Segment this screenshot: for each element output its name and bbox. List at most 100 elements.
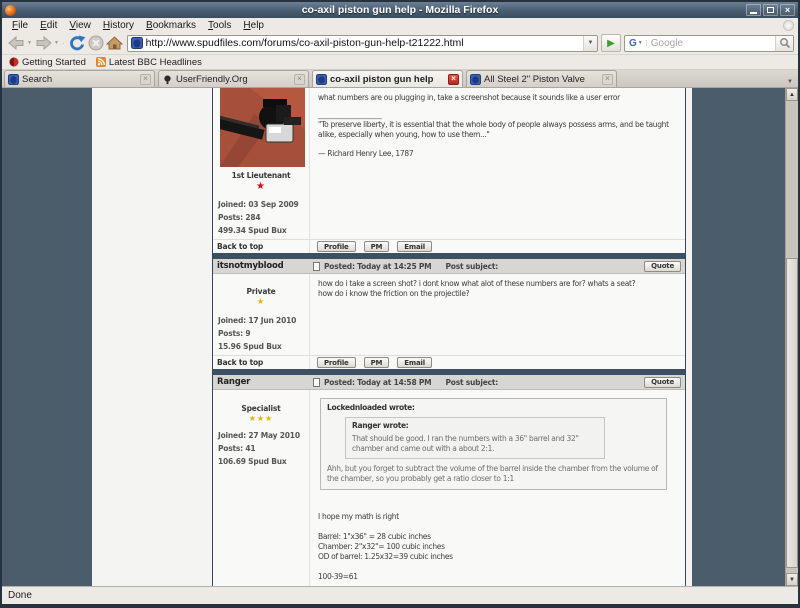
bookmark-getting-started[interactable]: Getting Started bbox=[7, 57, 88, 68]
menu-bar: File Edit View History Bookmarks Tools H… bbox=[2, 18, 798, 32]
scroll-down-button[interactable]: ▼ bbox=[786, 573, 798, 586]
posted-timestamp: Posted: Today at 14:58 PM bbox=[324, 378, 431, 387]
tab-label: co-axil piston gun help bbox=[327, 74, 448, 85]
go-arrow-icon: ▶ bbox=[607, 38, 615, 49]
scrollbar-thumb[interactable] bbox=[786, 258, 798, 568]
post-2-footer: Back to top Profile PM Email bbox=[213, 355, 685, 369]
tab-search[interactable]: Search × bbox=[4, 70, 155, 87]
post-3-body: Lockednloaded wrote: Ranger wrote: That … bbox=[310, 390, 685, 586]
tab-piston-valve[interactable]: All Steel 2" Piston Valve × bbox=[466, 70, 617, 87]
tab-close-icon[interactable]: × bbox=[140, 74, 151, 85]
navigation-toolbar: ▼ ▼ · http://www.spudfiles.com/forums/co… bbox=[2, 32, 798, 55]
throbber-icon bbox=[783, 20, 794, 31]
quote-button[interactable]: Quote bbox=[644, 377, 681, 388]
forward-icon bbox=[34, 35, 53, 51]
post-3: Specialist ★★★ Joined: 27 May 2010 Posts… bbox=[213, 390, 685, 586]
minimize-icon bbox=[750, 12, 757, 14]
quote-block-outer: Lockednloaded wrote: Ranger wrote: That … bbox=[320, 398, 667, 490]
tab-overflow-dropdown-icon[interactable]: ▼ bbox=[787, 79, 796, 87]
menu-view[interactable]: View bbox=[63, 20, 97, 31]
search-box[interactable]: G ▼ Google bbox=[624, 35, 794, 52]
reload-icon bbox=[68, 35, 86, 52]
url-bar[interactable]: http://www.spudfiles.com/forums/co-axil-… bbox=[127, 35, 598, 52]
user-joined: Joined: 17 Jun 2010 bbox=[218, 314, 309, 327]
google-icon: G bbox=[625, 38, 638, 49]
post-author[interactable]: Ranger bbox=[213, 377, 310, 387]
menu-file[interactable]: File bbox=[6, 20, 34, 31]
stop-button[interactable] bbox=[87, 33, 105, 53]
titlebar[interactable]: co-axil piston gun help - Mozilla Firefo… bbox=[2, 2, 798, 18]
search-engine-dropdown-icon[interactable]: ▼ bbox=[638, 40, 647, 46]
quote-author: Ranger wrote: bbox=[352, 421, 598, 431]
profile-button[interactable]: Profile bbox=[317, 241, 356, 252]
menu-tools[interactable]: Tools bbox=[202, 20, 237, 31]
user-rank: Private bbox=[213, 287, 309, 296]
firefox-window: co-axil piston gun help - Mozilla Firefo… bbox=[0, 0, 800, 608]
user-details: Joined: 17 Jun 2010 Posts: 9 15.96 Spud … bbox=[213, 314, 309, 353]
posted-timestamp: Posted: Today at 14:25 PM bbox=[324, 262, 431, 271]
back-to-top-link[interactable]: Back to top bbox=[213, 240, 310, 253]
user-joined: Joined: 27 May 2010 bbox=[218, 429, 309, 442]
vertical-scrollbar[interactable]: ▲ ▼ bbox=[785, 88, 798, 586]
post-text: I hope my math is right Barrel: 1"x36" =… bbox=[318, 512, 677, 586]
tab-close-icon[interactable]: × bbox=[294, 74, 305, 85]
user-details: Joined: 27 May 2010 Posts: 41 106.69 Spu… bbox=[213, 429, 309, 468]
back-icon bbox=[7, 35, 26, 51]
rank-stars-icon: ★★★ bbox=[213, 414, 309, 423]
tab-userfriendly[interactable]: UserFriendly.Org × bbox=[158, 70, 309, 87]
scroll-up-button[interactable]: ▲ bbox=[786, 88, 798, 101]
menu-bookmarks[interactable]: Bookmarks bbox=[140, 20, 202, 31]
site-favicon bbox=[131, 37, 143, 49]
tab-close-icon[interactable]: × bbox=[602, 74, 613, 85]
quote-button[interactable]: Quote bbox=[644, 261, 681, 272]
maximize-button[interactable] bbox=[763, 4, 778, 16]
minimize-button[interactable] bbox=[746, 4, 761, 16]
user-rank: 1st Lieutenant bbox=[213, 171, 309, 180]
url-input[interactable]: http://www.spudfiles.com/forums/co-axil-… bbox=[146, 37, 583, 49]
back-button[interactable] bbox=[6, 33, 27, 53]
signature-divider: _________________ bbox=[318, 110, 677, 120]
search-input[interactable]: Google bbox=[647, 38, 775, 49]
tab-label: All Steel 2" Piston Valve bbox=[481, 74, 602, 85]
post-text: how do i take a screen shot? i dont know… bbox=[318, 279, 677, 299]
menu-help[interactable]: Help bbox=[237, 20, 270, 31]
reload-button[interactable] bbox=[67, 33, 87, 53]
browser-viewport: 1st Lieutenant ★ Joined: 03 Sep 2009 Pos… bbox=[2, 88, 798, 586]
search-go-button[interactable] bbox=[775, 36, 793, 51]
post-page-icon bbox=[313, 378, 320, 387]
menu-history[interactable]: History bbox=[97, 20, 140, 31]
status-bar: Done bbox=[2, 586, 798, 604]
status-text: Done bbox=[8, 590, 32, 601]
user-spud-bux: 499.34 Spud Bux bbox=[218, 224, 309, 237]
tab-favicon bbox=[162, 74, 173, 85]
bookmark-bbc-headlines[interactable]: Latest BBC Headlines bbox=[94, 57, 204, 68]
profile-button[interactable]: Profile bbox=[317, 357, 356, 368]
post-author[interactable]: itsnotmyblood bbox=[213, 261, 310, 271]
post-subject-label: Post subject: bbox=[445, 378, 498, 387]
user-post-count: Posts: 9 bbox=[218, 327, 309, 340]
forward-button[interactable] bbox=[33, 33, 54, 53]
menu-edit[interactable]: Edit bbox=[34, 20, 63, 31]
tab-co-axil-piston-gun-help[interactable]: co-axil piston gun help × bbox=[312, 70, 463, 87]
post-2: Private ★ Joined: 17 Jun 2010 Posts: 9 1… bbox=[213, 274, 685, 355]
tab-close-icon[interactable]: × bbox=[448, 74, 459, 85]
post-1-user-column: 1st Lieutenant ★ Joined: 03 Sep 2009 Pos… bbox=[213, 88, 310, 239]
pm-button[interactable]: PM bbox=[364, 241, 390, 252]
maximize-icon bbox=[767, 7, 774, 13]
magnifier-icon bbox=[779, 37, 791, 49]
email-button[interactable]: Email bbox=[397, 357, 432, 368]
forum-thread-table: 1st Lieutenant ★ Joined: 03 Sep 2009 Pos… bbox=[212, 88, 686, 586]
home-button[interactable] bbox=[105, 33, 124, 53]
email-button[interactable]: Email bbox=[397, 241, 432, 252]
go-button[interactable]: ▶ bbox=[601, 34, 621, 52]
url-history-dropdown[interactable]: ▼ bbox=[583, 36, 597, 51]
stop-icon bbox=[88, 35, 104, 51]
tab-label: UserFriendly.Org bbox=[173, 74, 294, 85]
close-button[interactable]: × bbox=[780, 4, 795, 16]
post-text: what numbers are ou plugging in, take a … bbox=[318, 93, 677, 103]
back-to-top-link[interactable]: Back to top bbox=[213, 356, 310, 369]
pm-button[interactable]: PM bbox=[364, 357, 390, 368]
post-subject-label: Post subject: bbox=[445, 262, 498, 271]
post-2-body: how do i take a screen shot? i dont know… bbox=[310, 274, 685, 355]
rss-icon bbox=[96, 57, 106, 67]
